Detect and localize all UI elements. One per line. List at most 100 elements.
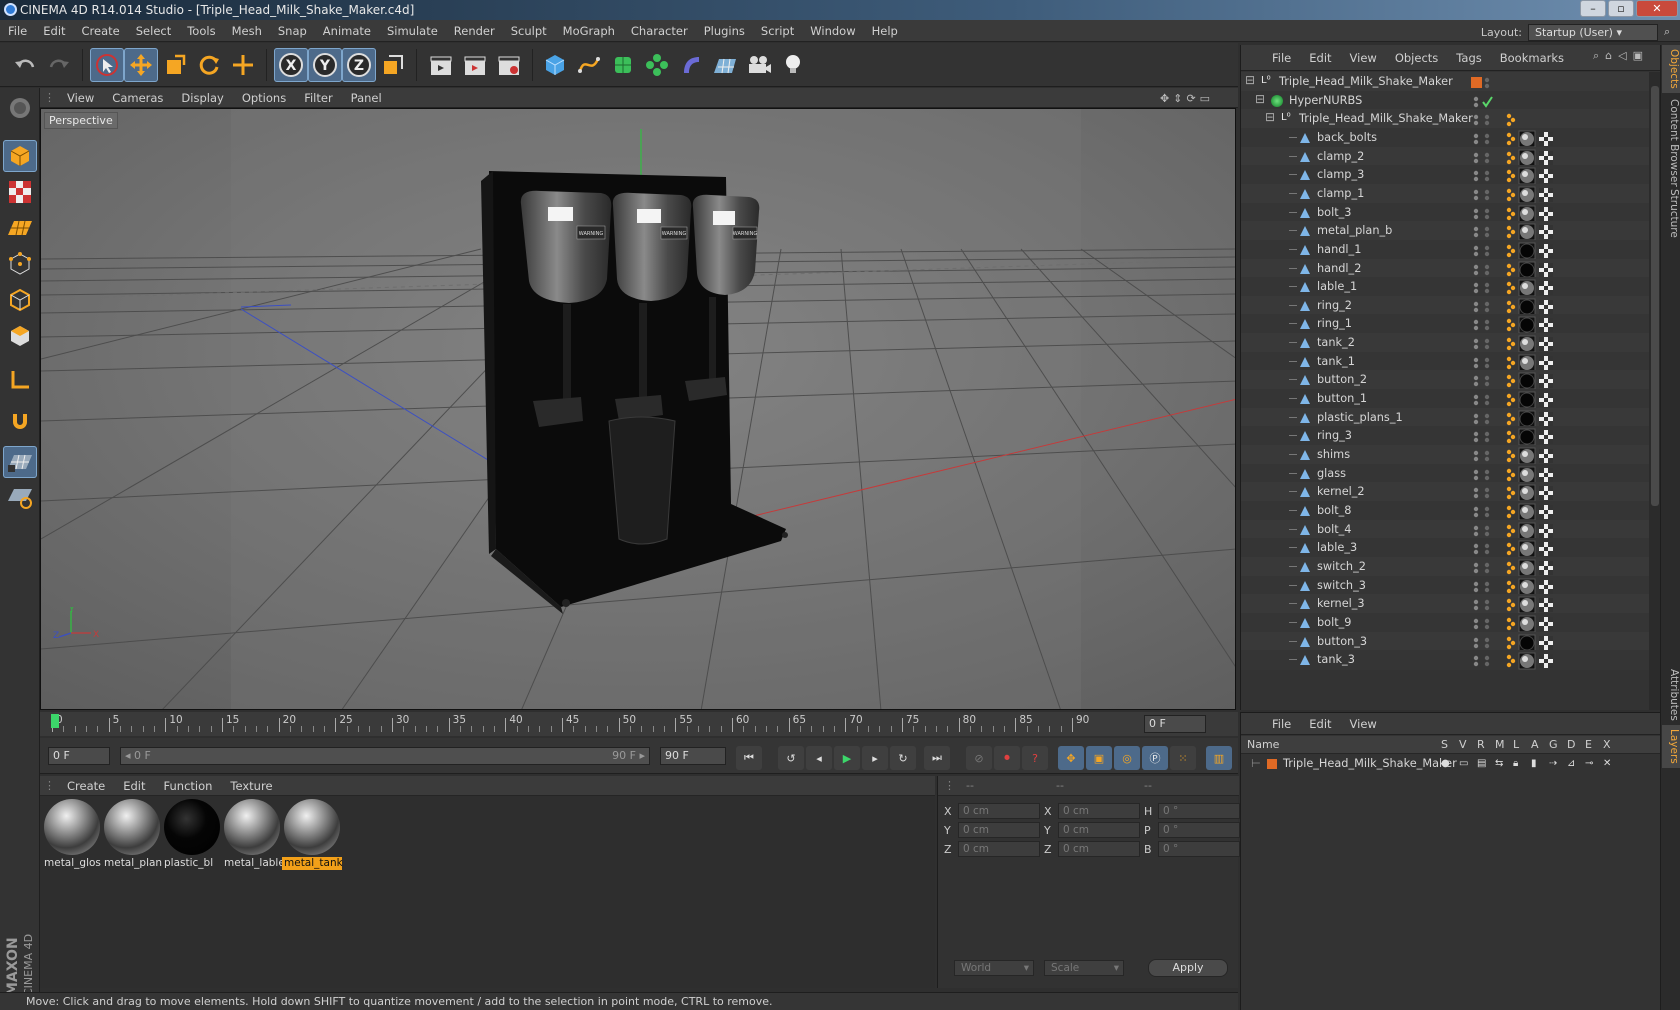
z-axis-lock-button[interactable]: Z bbox=[342, 48, 376, 82]
material-swatch-metal-lable[interactable]: metal_lable bbox=[222, 799, 282, 871]
visibility-dots[interactable] bbox=[1471, 655, 1493, 667]
visibility-dots[interactable] bbox=[1471, 189, 1493, 201]
go-to-start-button[interactable]: ⏮ bbox=[736, 746, 762, 770]
object-row-hypernurbs[interactable]: ⊟ HyperNURBS bbox=[1241, 90, 1649, 111]
home-icon[interactable]: ⌂ bbox=[1605, 49, 1612, 67]
object-row-switch-2[interactable]: switch_2 bbox=[1241, 556, 1649, 577]
polygons-mode-button[interactable] bbox=[3, 320, 37, 352]
object-tags[interactable] bbox=[1503, 596, 1643, 614]
object-tags[interactable] bbox=[1503, 484, 1643, 502]
timeline-ruler[interactable]: 0 5 10 15 20 25 30 35 40 45 50 55 60 65 70 75 80 85 90 0 F bbox=[40, 712, 1238, 736]
layer-flag-column-l[interactable]: L bbox=[1513, 736, 1519, 753]
zoom-icon[interactable]: ⇕ bbox=[1173, 92, 1182, 105]
object-tags[interactable] bbox=[1503, 447, 1643, 465]
visibility-dots[interactable] bbox=[1471, 618, 1493, 630]
maximize-button[interactable]: ▫ bbox=[1608, 0, 1634, 17]
visibility-dots[interactable] bbox=[1471, 114, 1493, 126]
locked-workplane-button[interactable] bbox=[3, 446, 37, 478]
render-settings-button[interactable] bbox=[492, 48, 526, 82]
model-mode-button[interactable] bbox=[3, 140, 37, 172]
visibility-dots[interactable] bbox=[1471, 282, 1493, 294]
layer-flag-column-r[interactable]: R bbox=[1477, 736, 1485, 753]
object-row-tank-3[interactable]: tank_3 bbox=[1241, 650, 1649, 671]
layer-flag-column-d[interactable]: D bbox=[1567, 736, 1575, 753]
layout-dropdown[interactable]: Startup (User) ▾ bbox=[1528, 23, 1658, 41]
object-row-ring-1[interactable]: ring_1 bbox=[1241, 314, 1649, 335]
autokey-button[interactable]: ? bbox=[1022, 746, 1048, 770]
layer-color-swatch[interactable] bbox=[1267, 759, 1277, 769]
object-tags[interactable] bbox=[1503, 578, 1643, 596]
layers-menu-view[interactable]: View bbox=[1341, 717, 1386, 731]
object-row-clamp-2[interactable]: clamp_2 bbox=[1241, 146, 1649, 167]
visibility-dots[interactable] bbox=[1471, 431, 1493, 443]
object-tags[interactable] bbox=[1503, 503, 1643, 521]
menu-edit[interactable]: Edit bbox=[35, 24, 73, 38]
render-view-button[interactable] bbox=[424, 48, 458, 82]
layer-flag-column-m[interactable]: M bbox=[1495, 736, 1505, 753]
object-row-metal-plan-b[interactable]: metal_plan_b bbox=[1241, 221, 1649, 242]
deformer-button[interactable] bbox=[674, 48, 708, 82]
workplane-mode-button[interactable] bbox=[3, 212, 37, 244]
object-row-handl-2[interactable]: handl_2 bbox=[1241, 258, 1649, 279]
object-row-triple-head-milk-shake-maker[interactable]: ⊟ L⁰ Triple_Head_Milk_Shake_Maker bbox=[1241, 109, 1649, 130]
close-button[interactable]: ✕ bbox=[1636, 0, 1678, 17]
current-frame-field[interactable]: 0 F bbox=[1144, 715, 1206, 733]
visibility-dots[interactable] bbox=[1471, 450, 1493, 462]
menu-plugins[interactable]: Plugins bbox=[696, 24, 753, 38]
material-menu-edit[interactable]: Edit bbox=[114, 779, 154, 793]
object-tags[interactable] bbox=[1503, 186, 1643, 204]
object-tags[interactable] bbox=[1503, 316, 1643, 334]
layer-flag-column-a[interactable]: A bbox=[1531, 736, 1539, 753]
snap-button[interactable] bbox=[3, 406, 37, 438]
objects-menu-edit[interactable]: Edit bbox=[1300, 51, 1340, 65]
move-tool-button[interactable] bbox=[124, 48, 158, 82]
record-point-level-button[interactable]: ⁙ bbox=[1170, 746, 1196, 770]
record-rotation-button[interactable]: ◎ bbox=[1114, 746, 1140, 770]
previous-frame-button[interactable]: ◂ bbox=[806, 746, 832, 770]
material-menu-create[interactable]: Create bbox=[58, 779, 114, 793]
object-row-shims[interactable]: shims bbox=[1241, 445, 1649, 465]
next-frame-button[interactable]: ▸ bbox=[862, 746, 888, 770]
orbit-icon[interactable]: ⟳ bbox=[1186, 92, 1195, 105]
playhead[interactable] bbox=[51, 714, 59, 728]
live-selection-button[interactable] bbox=[90, 48, 124, 82]
object-tags[interactable] bbox=[1503, 149, 1643, 167]
viewport-menu-panel[interactable]: Panel bbox=[342, 91, 391, 105]
visibility-dots[interactable] bbox=[1471, 301, 1493, 313]
end-frame-field[interactable]: 90 F bbox=[660, 747, 726, 765]
menu-sculpt[interactable]: Sculpt bbox=[503, 24, 555, 38]
position-z-field[interactable]: 0 cm bbox=[958, 841, 1040, 857]
layer-flag-column-e[interactable]: E bbox=[1585, 736, 1592, 753]
object-tags[interactable] bbox=[1503, 205, 1643, 223]
previous-key-button[interactable]: ↺ bbox=[778, 746, 804, 770]
toggle-view-icon[interactable]: ▭ bbox=[1200, 92, 1210, 105]
visibility-dots[interactable] bbox=[1471, 637, 1493, 649]
apply-button[interactable]: Apply bbox=[1148, 959, 1228, 977]
object-row-bolt-9[interactable]: bolt_9 bbox=[1241, 612, 1649, 633]
rotation-h-field[interactable]: 0 ° bbox=[1158, 803, 1240, 819]
viewport-menu-filter[interactable]: Filter bbox=[295, 91, 341, 105]
object-tags[interactable] bbox=[1503, 615, 1643, 633]
record-parameter-button[interactable]: Ⓟ bbox=[1142, 746, 1168, 770]
viewport-menu-view[interactable]: View bbox=[58, 91, 103, 105]
visibility-dots[interactable] bbox=[1471, 170, 1493, 182]
object-tags[interactable] bbox=[1503, 522, 1643, 540]
side-tab-content-browser[interactable]: Content Browser bbox=[1662, 95, 1680, 191]
object-row-tank-1[interactable]: tank_1 bbox=[1241, 351, 1649, 372]
layer-flag-column-v[interactable]: V bbox=[1459, 736, 1467, 753]
visibility-dots[interactable] bbox=[1471, 506, 1493, 518]
rotation-b-field[interactable]: 0 ° bbox=[1158, 841, 1240, 857]
objects-menu-view[interactable]: View bbox=[1341, 51, 1386, 65]
floor-button[interactable] bbox=[708, 48, 742, 82]
object-tags[interactable] bbox=[1503, 167, 1643, 185]
object-tags[interactable] bbox=[1503, 391, 1643, 409]
layer-flag-column-x[interactable]: X bbox=[1603, 736, 1611, 753]
menu-mesh[interactable]: Mesh bbox=[224, 24, 270, 38]
object-row-ring-2[interactable]: ring_2 bbox=[1241, 295, 1649, 316]
visibility-dots[interactable] bbox=[1471, 599, 1493, 611]
object-row-button-1[interactable]: button_1 bbox=[1241, 389, 1649, 410]
object-row-clamp-1[interactable]: clamp_1 bbox=[1241, 183, 1649, 204]
visibility-dots[interactable] bbox=[1471, 264, 1493, 276]
filter-icon[interactable]: ◁ bbox=[1618, 49, 1626, 67]
visibility-dots[interactable] bbox=[1471, 487, 1493, 499]
